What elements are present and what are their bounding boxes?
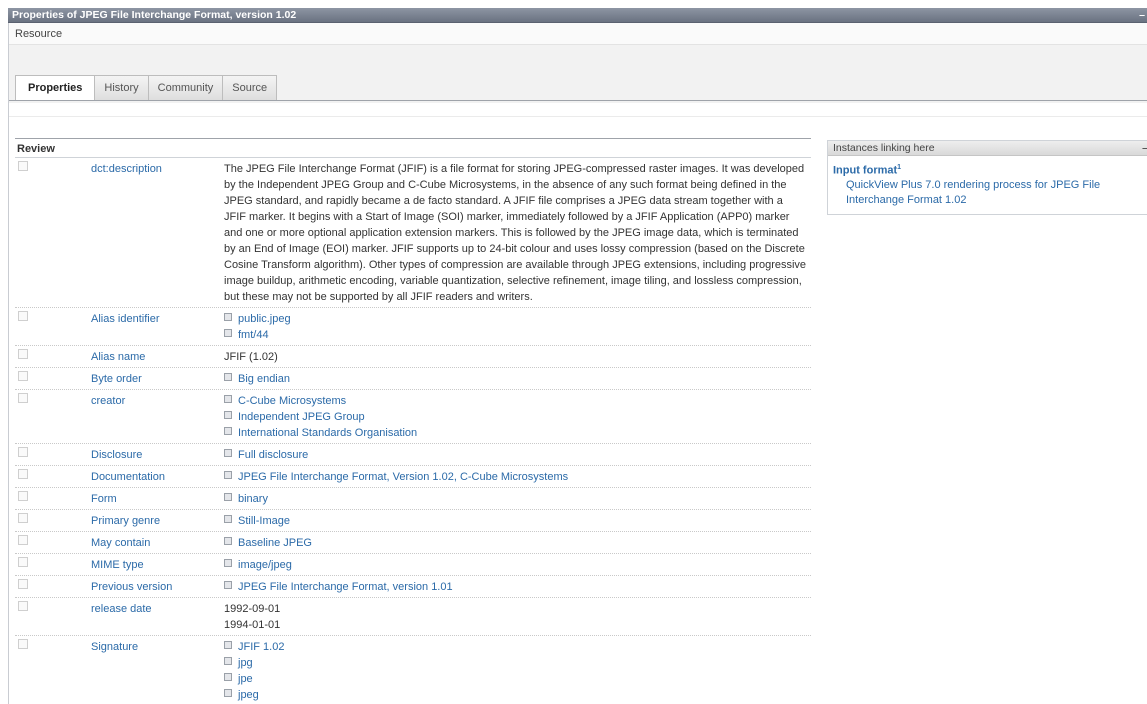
property-row: Signature JFIF 1.02 jpg jpe jpeg — [15, 636, 811, 704]
property-row: Previous version JPEG File Interchange Fo… — [15, 576, 811, 598]
property-row: May contain Baseline JPEG — [15, 532, 811, 554]
property-value-link[interactable]: Baseline JPEG — [224, 535, 811, 551]
instances-panel-header: Instances linking here – — [828, 141, 1147, 156]
property-row: Alias name JFIF (1.02) — [15, 346, 811, 368]
instances-panel-title: Instances linking here — [833, 142, 935, 154]
tab-properties[interactable]: Properties — [15, 75, 96, 101]
row-checkbox[interactable] — [18, 491, 28, 501]
property-name[interactable]: Alias identifier — [91, 310, 224, 343]
property-name[interactable]: release date — [91, 600, 224, 633]
tab-history[interactable]: History — [94, 75, 149, 100]
property-name[interactable]: Alias name — [91, 348, 224, 365]
property-name[interactable]: Signature — [91, 638, 224, 703]
property-row-description: dct:description The JPEG File Interchang… — [15, 158, 811, 308]
main-frame: Resource Properties History Community Sourc… — [8, 23, 1147, 704]
property-value: JFIF (1.02) — [224, 351, 278, 363]
property-row: creator C-Cube Microsystems Independent JP… — [15, 390, 811, 444]
row-checkbox[interactable] — [18, 371, 28, 381]
resource-label: Resource — [15, 28, 63, 40]
instance-link[interactable]: QuickView Plus 7.0 rendering process for… — [833, 178, 1147, 208]
property-name[interactable]: May contain — [91, 534, 224, 551]
property-value-link[interactable]: JPEG File Interchange Format, Version 1.… — [224, 469, 811, 485]
property-value-link[interactable]: JFIF 1.02 — [224, 639, 811, 655]
instances-list: QuickView Plus 7.0 rendering process for… — [833, 178, 1147, 208]
property-value-link[interactable]: fmt/44 — [224, 327, 811, 343]
row-checkbox[interactable] — [18, 557, 28, 567]
property-value-link[interactable]: jpg — [224, 655, 811, 671]
review-heading: Review — [15, 138, 811, 158]
property-row: Documentation JPEG File Interchange Forma… — [15, 466, 811, 488]
instances-panel: Instances linking here – Input format1 Q… — [827, 140, 1147, 215]
property-value: 1992-09-01 — [224, 603, 281, 615]
row-checkbox[interactable] — [18, 601, 28, 611]
property-name[interactable]: creator — [91, 392, 224, 441]
window-title-bar: Properties of JPEG File Interchange Form… — [8, 8, 1147, 23]
property-name[interactable]: Previous version — [91, 578, 224, 595]
property-row: Form binary — [15, 488, 811, 510]
resource-bar: Resource — [9, 23, 1147, 45]
row-checkbox[interactable] — [18, 639, 28, 649]
tab-divider — [9, 100, 1147, 101]
row-checkbox[interactable] — [18, 161, 28, 171]
property-row: MIME type image/jpeg — [15, 554, 811, 576]
property-value-link[interactable]: International Standards Organisation — [224, 425, 811, 441]
property-value-link[interactable]: jpe — [224, 671, 811, 687]
review-section: Review dct:description The JPEG File Int… — [15, 138, 811, 704]
row-checkbox[interactable] — [18, 393, 28, 403]
property-name[interactable]: Disclosure — [91, 446, 224, 463]
row-checkbox[interactable] — [18, 535, 28, 545]
collapse-icon[interactable]: – — [1142, 141, 1147, 156]
property-row: Disclosure Full disclosure — [15, 444, 811, 466]
property-name[interactable]: Byte order — [91, 370, 224, 387]
property-name[interactable]: Documentation — [91, 468, 224, 485]
row-checkbox[interactable] — [18, 447, 28, 457]
property-value-link[interactable]: Still-Image — [224, 513, 811, 529]
property-row: Byte order Big endian — [15, 368, 811, 390]
tab-community[interactable]: Community — [147, 75, 224, 100]
property-value-link[interactable]: Full disclosure — [224, 447, 811, 463]
property-value-link[interactable]: public.jpeg — [224, 311, 811, 327]
property-name[interactable]: MIME type — [91, 556, 224, 573]
property-name[interactable]: Primary genre — [91, 512, 224, 529]
minimize-icon[interactable]: – — [1139, 8, 1145, 23]
property-name[interactable]: Form — [91, 490, 224, 507]
input-format-label[interactable]: Input format1 — [833, 161, 1147, 178]
property-value-link[interactable]: Big endian — [224, 371, 811, 387]
property-value: 1994-01-01 — [224, 619, 281, 631]
property-row: release date 1992-09-01 1994-01-01 — [15, 598, 811, 636]
window-title: Properties of JPEG File Interchange Form… — [12, 9, 297, 21]
property-value-link[interactable]: jpeg — [224, 687, 811, 703]
input-format-count: 1 — [897, 164, 902, 171]
row-checkbox[interactable] — [18, 349, 28, 359]
toolbar-strip — [9, 103, 1147, 117]
tabs: Properties History Community Source — [15, 75, 278, 101]
property-row: Primary genre Still-Image — [15, 510, 811, 532]
property-value-link[interactable]: Independent JPEG Group — [224, 409, 811, 425]
description-text: The JPEG File Interchange Format (JFIF) … — [224, 163, 807, 303]
row-checkbox[interactable] — [18, 311, 28, 321]
property-name[interactable]: dct:description — [91, 160, 224, 305]
tab-bar: Properties History Community Source — [9, 45, 1147, 103]
property-value-link[interactable]: image/jpeg — [224, 557, 811, 573]
property-value-link[interactable]: JPEG File Interchange Format, version 1.… — [224, 579, 811, 595]
tab-source[interactable]: Source — [222, 75, 278, 100]
property-list: Alias identifier public.jpeg fmt/44 Alias n… — [15, 308, 811, 704]
row-checkbox[interactable] — [18, 513, 28, 523]
instances-panel-body: Input format1 QuickView Plus 7.0 renderi… — [828, 156, 1147, 214]
property-value-link[interactable]: binary — [224, 491, 811, 507]
property-row: Alias identifier public.jpeg fmt/44 — [15, 308, 811, 346]
property-value-link[interactable]: C-Cube Microsystems — [224, 393, 811, 409]
row-checkbox[interactable] — [18, 469, 28, 479]
row-checkbox[interactable] — [18, 579, 28, 589]
